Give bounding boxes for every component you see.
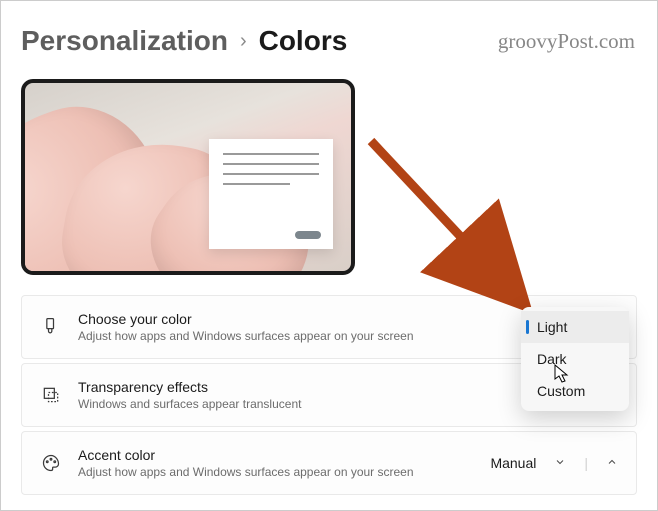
watermark: groovyPost.com: [498, 29, 635, 54]
dropdown-option-light[interactable]: Light: [521, 311, 629, 343]
accent-value[interactable]: Manual: [490, 455, 536, 471]
chevron-down-icon[interactable]: [554, 455, 566, 471]
dropdown-option-custom[interactable]: Custom: [521, 375, 629, 407]
brush-icon: [40, 316, 62, 338]
transparency-icon: [40, 384, 62, 406]
dropdown-option-dark[interactable]: Dark: [521, 343, 629, 375]
accent-title: Accent color: [78, 447, 474, 463]
cursor-icon: [554, 364, 570, 384]
breadcrumb-parent[interactable]: Personalization: [21, 25, 228, 57]
palette-icon: [40, 452, 62, 474]
chevron-right-icon: ›: [240, 30, 247, 53]
page-title: Colors: [259, 25, 348, 57]
theme-preview: [21, 79, 355, 275]
color-mode-dropdown: Light Dark Custom: [521, 307, 629, 411]
accent-color-row[interactable]: Accent color Adjust how apps and Windows…: [21, 431, 637, 495]
accent-desc: Adjust how apps and Windows surfaces app…: [78, 465, 474, 479]
chevron-up-icon[interactable]: [606, 455, 618, 471]
preview-window: [209, 139, 333, 249]
